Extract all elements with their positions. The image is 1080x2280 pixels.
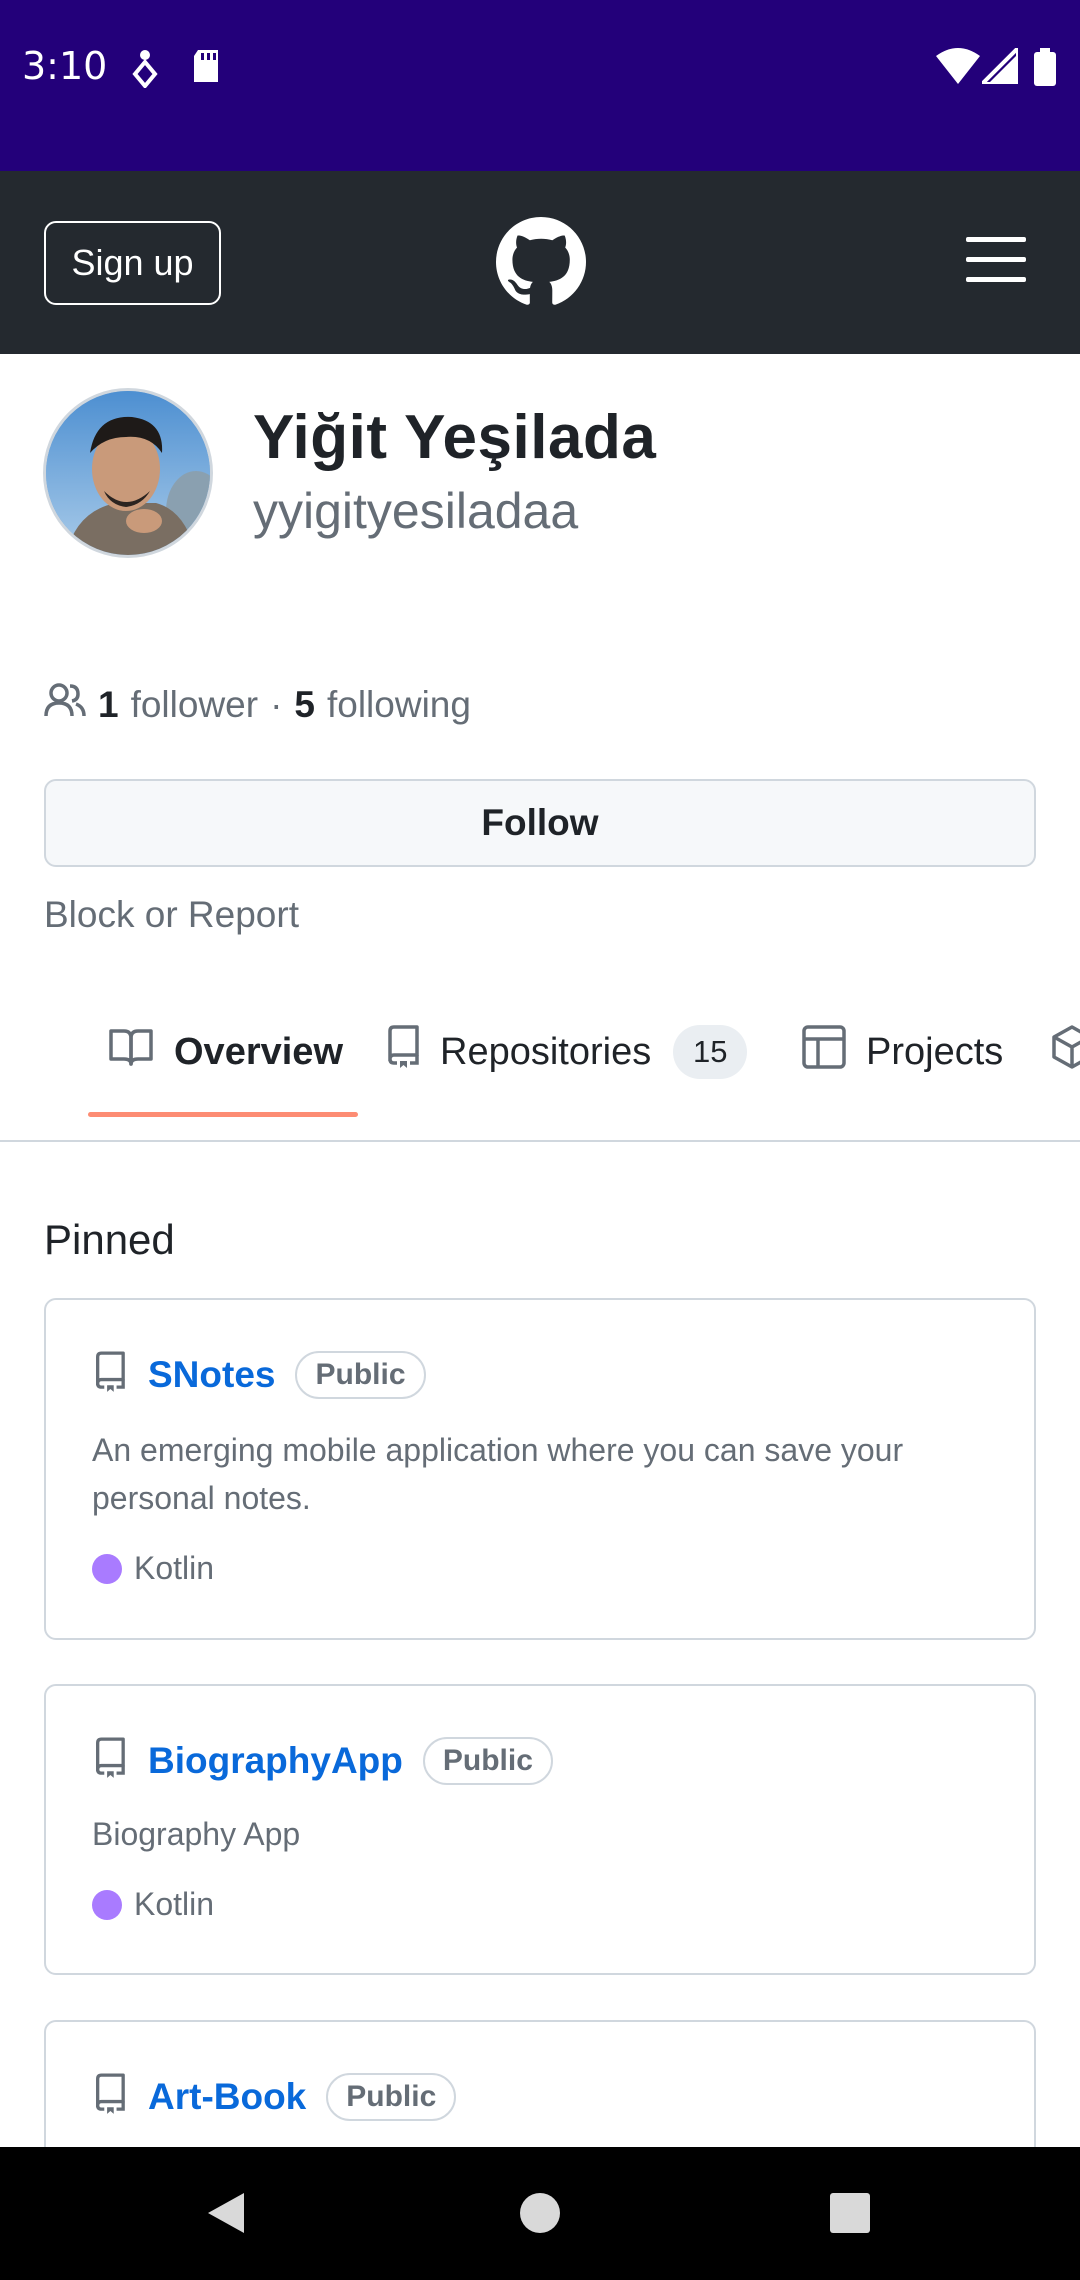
tab-packages[interactable] — [1052, 1017, 1080, 1087]
battery-icon — [1034, 48, 1056, 91]
repo-icon — [384, 1025, 420, 1079]
people-icon — [44, 682, 86, 727]
status-bar: 3:10 — [0, 0, 1080, 171]
avatar[interactable] — [43, 388, 213, 558]
sign-up-button[interactable]: Sign up — [44, 221, 221, 305]
repositories-count-badge: 15 — [673, 1025, 748, 1079]
repo-description: Biography App — [92, 1816, 301, 1852]
github-logo-icon[interactable] — [496, 217, 586, 312]
language-color-dot — [92, 1889, 122, 1920]
hamburger-menu-icon[interactable] — [966, 237, 1026, 283]
pinned-repo-card: BiographyApp Public Biography App Kotlin — [44, 1684, 1036, 1975]
followers-count[interactable]: 1 — [98, 684, 119, 726]
follow-stats: 1 follower · 5 following — [44, 682, 471, 727]
back-icon[interactable] — [204, 2189, 248, 2242]
pinned-heading: Pinned — [44, 1216, 175, 1263]
block-or-report-link[interactable]: Block or Report — [44, 894, 299, 936]
table-icon — [802, 1025, 846, 1079]
repo-language: Kotlin — [92, 1550, 214, 1587]
accessibility-notification-icon — [130, 48, 160, 93]
profile-name: Yiğit Yeşilada — [253, 403, 657, 472]
tab-label: Overview — [174, 1030, 343, 1073]
language-name: Kotlin — [134, 1550, 215, 1586]
following-label[interactable]: following — [327, 684, 471, 726]
repo-card-header: SNotes Public — [92, 1350, 426, 1399]
repo-card-header: Art-Book Public — [92, 2072, 457, 2121]
follow-button[interactable]: Follow — [44, 779, 1036, 867]
pinned-repo-card: SNotes Public An emerging mobile applica… — [44, 1298, 1036, 1640]
repo-description: An emerging mobile application where you… — [92, 1432, 904, 1516]
visibility-badge: Public — [326, 2072, 457, 2121]
package-icon — [1052, 1025, 1080, 1079]
visibility-badge: Public — [295, 1350, 426, 1399]
system-navigation-bar — [0, 2147, 1080, 2280]
followers-label[interactable]: follower — [131, 684, 259, 726]
repo-language: Kotlin — [92, 1886, 214, 1923]
profile-username: yyigityesiladaa — [253, 483, 579, 539]
repo-icon — [92, 1350, 126, 1399]
book-icon — [108, 1027, 154, 1077]
wifi-icon — [936, 48, 980, 89]
active-tab-indicator — [88, 1112, 358, 1117]
app-header: Sign up — [0, 171, 1080, 354]
tab-label: Projects — [866, 1030, 1004, 1073]
tab-repositories[interactable]: Repositories 15 — [384, 1017, 748, 1087]
profile-tabs: Overview Repositories 15 Projects — [0, 985, 1080, 1142]
repo-icon — [92, 1736, 126, 1785]
language-color-dot — [92, 1553, 122, 1584]
follow-separator: · — [270, 683, 283, 725]
tab-label: Repositories — [440, 1030, 652, 1073]
language-name: Kotlin — [134, 1886, 215, 1922]
following-count[interactable]: 5 — [294, 684, 315, 726]
visibility-badge: Public — [422, 1736, 553, 1785]
sd-card-icon — [192, 48, 222, 89]
tab-projects[interactable]: Projects — [802, 1017, 1003, 1087]
tab-overview[interactable]: Overview — [108, 1017, 343, 1087]
repo-name-link[interactable]: Art-Book — [148, 2076, 306, 2118]
cell-signal-icon — [977, 43, 1020, 89]
repo-card-header: BiographyApp Public — [92, 1736, 553, 1785]
recents-icon[interactable] — [828, 2189, 872, 2242]
repo-name-link[interactable]: BiographyApp — [148, 1740, 403, 1782]
repo-name-link[interactable]: SNotes — [148, 1354, 275, 1396]
status-time: 3:10 — [22, 44, 108, 88]
repo-icon — [92, 2072, 126, 2121]
home-icon[interactable] — [518, 2189, 562, 2242]
